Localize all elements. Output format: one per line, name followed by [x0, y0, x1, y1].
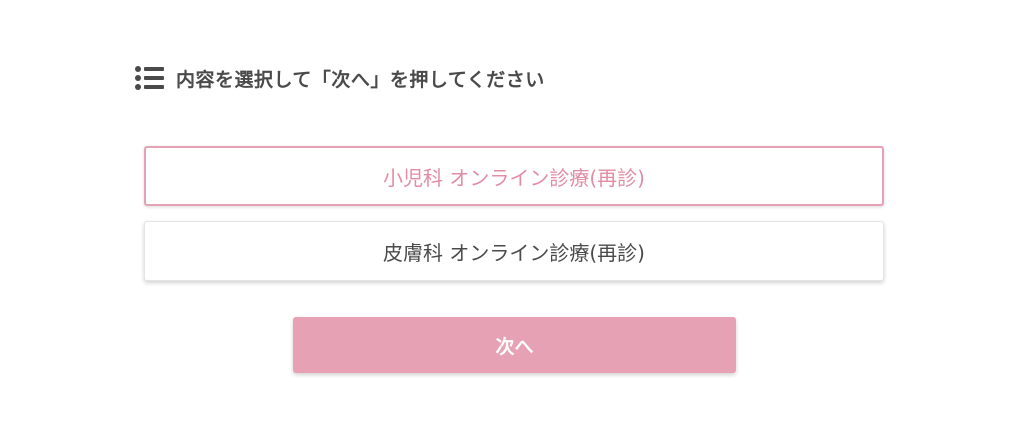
option-label: 皮膚科 オンライン診療(再診) — [383, 240, 645, 265]
option-dermatology[interactable]: 皮膚科 オンライン診療(再診) — [144, 221, 884, 281]
instruction-text: 内容を選択して「次へ」を押してください — [176, 68, 545, 91]
instruction-header: 内容を選択して「次へ」を押してください — [134, 62, 545, 94]
option-pediatrics[interactable]: 小児科 オンライン診療(再診) — [144, 146, 884, 206]
next-button-label: 次へ — [495, 335, 534, 358]
next-button[interactable]: 次へ — [293, 317, 736, 373]
option-label: 小児科 オンライン診療(再診) — [383, 165, 645, 190]
list-icon — [134, 65, 166, 91]
